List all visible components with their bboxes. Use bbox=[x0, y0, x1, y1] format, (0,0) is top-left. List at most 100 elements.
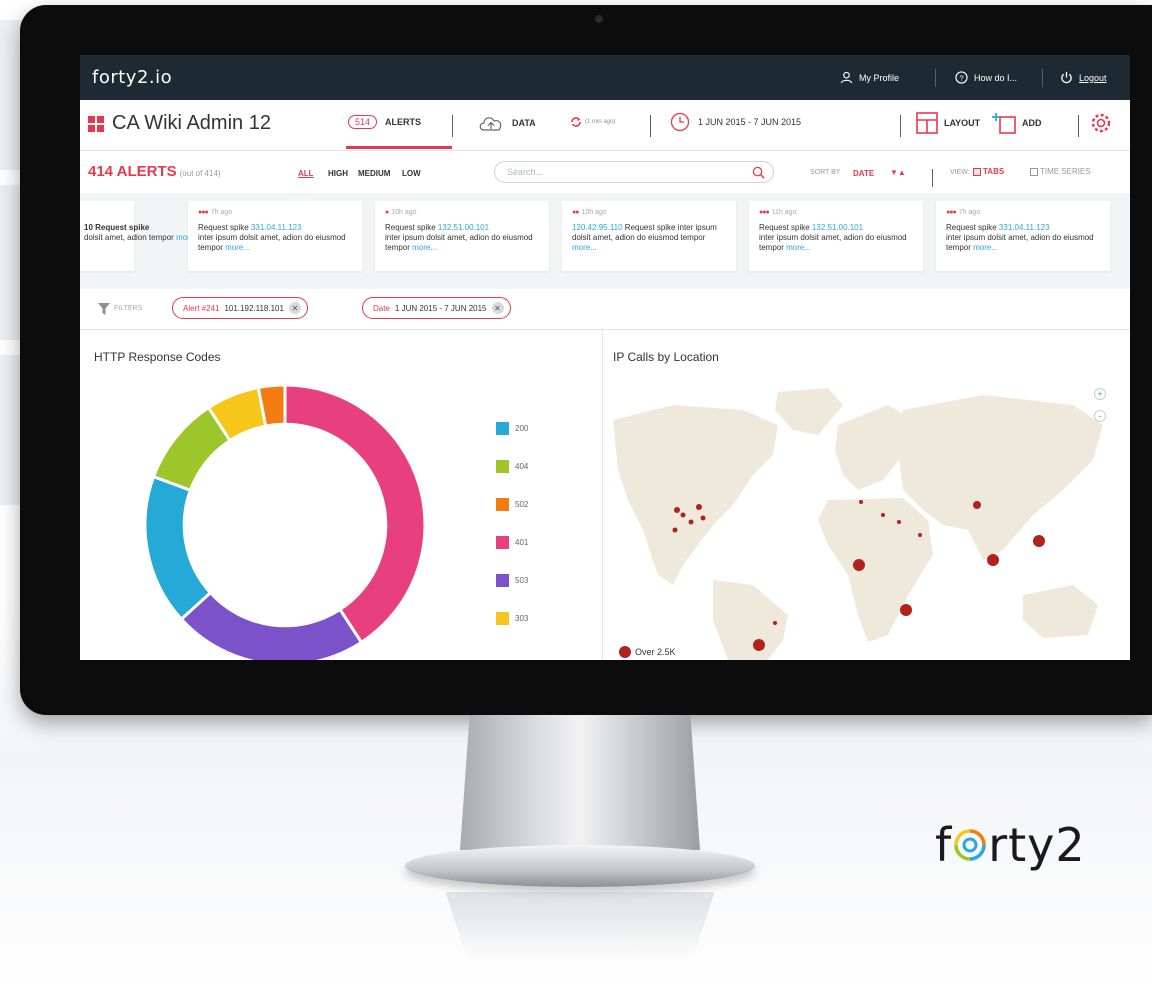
dashboard-header: CA Wiki Admin 12 514 ALERTS DATA (1 min … bbox=[80, 100, 1130, 151]
location-marker[interactable] bbox=[672, 527, 678, 533]
alert-card-body: inter ipsum dolsit amet, adion do eiusmo… bbox=[385, 233, 533, 252]
refresh-button[interactable]: (1 min ago) bbox=[570, 116, 615, 128]
location-marker[interactable] bbox=[753, 639, 765, 651]
monitor-stand-base bbox=[405, 845, 755, 887]
location-marker[interactable] bbox=[881, 513, 885, 517]
tab-alerts[interactable]: 514 ALERTS bbox=[348, 115, 421, 129]
map-legend-label: Over 2.5K bbox=[635, 647, 676, 657]
legend-item-404[interactable]: 404 bbox=[496, 460, 528, 473]
location-marker[interactable] bbox=[680, 512, 686, 518]
severity-medium-icon: ●● bbox=[572, 209, 580, 216]
legend-item-303[interactable]: 303 bbox=[496, 612, 528, 625]
my-profile-link[interactable]: My Profile bbox=[840, 71, 899, 84]
alert-card-more-link[interactable]: more... bbox=[786, 243, 811, 252]
legend-label: 502 bbox=[515, 500, 529, 509]
location-marker[interactable] bbox=[897, 520, 901, 524]
alert-card-ip[interactable]: 331.04.11.123 bbox=[999, 223, 1050, 232]
severity-high-icon: ●●● bbox=[946, 209, 957, 216]
settings-button[interactable] bbox=[1090, 112, 1112, 139]
divider bbox=[1078, 115, 1079, 137]
donut-slice-503[interactable] bbox=[179, 590, 364, 660]
camera-icon bbox=[595, 15, 603, 23]
brand-logo[interactable]: forty2.io bbox=[92, 67, 172, 88]
filter-chip-key: Alert #241 bbox=[183, 303, 220, 313]
legend-item-401[interactable]: 401 bbox=[496, 536, 528, 549]
date-range-picker[interactable]: 1 JUN 2015 - 7 JUN 2015 bbox=[670, 112, 801, 132]
location-marker[interactable] bbox=[1033, 535, 1045, 547]
greenland-shape bbox=[775, 388, 843, 435]
alert-card-text: Request spike 331.04.11.123 inter ipsum d… bbox=[946, 223, 1106, 253]
remove-filter-icon[interactable]: ✕ bbox=[288, 302, 301, 314]
app-screen: forty2.io My Profile ? How do I... Logou… bbox=[80, 55, 1130, 660]
alert-card-more-link[interactable]: more... bbox=[572, 243, 597, 252]
world-map[interactable] bbox=[603, 380, 1130, 660]
filter-chip-value: 1 JUN 2015 - 7 JUN 2015 bbox=[394, 303, 487, 313]
sort-by-select[interactable]: DATE bbox=[853, 169, 874, 178]
alert-card[interactable]: 10 Request spike dolsit amet, adion tempo… bbox=[80, 201, 201, 271]
donut-chart bbox=[143, 383, 427, 660]
legend-item-502[interactable]: 502 bbox=[496, 498, 528, 511]
alert-card[interactable]: ●●● 7h ago Request spike 331.04.11.123 int… bbox=[188, 201, 362, 271]
filters-label: FILTERS bbox=[114, 305, 143, 312]
logout-link[interactable]: Logout bbox=[1060, 71, 1107, 84]
alert-card-time: ●● 10h ago bbox=[572, 209, 607, 216]
dashboard-grid-icon bbox=[88, 116, 104, 132]
alert-card-ip[interactable]: 331.04.11.123 bbox=[251, 223, 302, 232]
location-marker[interactable] bbox=[773, 621, 777, 625]
divider bbox=[900, 115, 901, 137]
severity-filter-medium[interactable]: MEDIUM bbox=[358, 169, 390, 178]
location-marker[interactable] bbox=[973, 501, 981, 509]
legend-item-200[interactable]: 200 bbox=[496, 422, 528, 435]
legend-label: 404 bbox=[515, 462, 529, 471]
location-marker[interactable] bbox=[900, 604, 912, 616]
sort-direction-icon[interactable]: ▼▲ bbox=[890, 168, 906, 177]
stand-reflection bbox=[445, 892, 715, 962]
donut-slice-200[interactable] bbox=[143, 474, 213, 622]
alert-card-ip[interactable]: 132.51.00.101 bbox=[438, 223, 489, 232]
location-marker[interactable] bbox=[688, 519, 694, 525]
legend-item-503[interactable]: 503 bbox=[496, 574, 528, 587]
alert-card-more-link[interactable]: more... bbox=[412, 243, 437, 252]
legend-swatch bbox=[496, 498, 509, 511]
search-icon[interactable] bbox=[752, 166, 765, 179]
alert-card-ip[interactable]: 132.51.00.101 bbox=[812, 223, 863, 232]
forty2-logo: f rty2 bbox=[935, 818, 1086, 872]
alert-card[interactable]: ●● 10h ago 120.42.95.110 Request spike in… bbox=[562, 201, 736, 271]
donut-slice-401[interactable] bbox=[283, 383, 427, 645]
severity-filter-all[interactable]: ALL bbox=[298, 169, 314, 178]
alert-card[interactable]: ●●● 7h ago Request spike 331.04.11.123 int… bbox=[936, 201, 1110, 271]
location-marker[interactable] bbox=[987, 554, 999, 566]
tab-data[interactable]: DATA bbox=[478, 113, 536, 133]
alert-card-body: inter ipsum dolsit amet, adion do eiusmo… bbox=[759, 233, 907, 252]
view-timeseries-checkbox[interactable]: TIME SERIES bbox=[1030, 167, 1091, 176]
zoom-in-button[interactable]: + bbox=[1094, 388, 1106, 400]
alert-card-ip[interactable]: 120.42.95.110 bbox=[572, 223, 623, 232]
alert-card[interactable]: ●●● 11h ago Request spike 132.51.00.101 in… bbox=[749, 201, 923, 271]
location-marker[interactable] bbox=[674, 507, 680, 513]
alert-card-more-link[interactable]: more... bbox=[973, 243, 998, 252]
filter-chip-alert[interactable]: Alert #241 101.192.118.101 ✕ bbox=[172, 297, 308, 319]
add-widget-button[interactable]: ADD bbox=[992, 112, 1042, 134]
funnel-icon[interactable] bbox=[98, 303, 110, 315]
location-marker[interactable] bbox=[859, 500, 863, 504]
view-tabs-checkbox[interactable]: TABS bbox=[973, 167, 1004, 176]
severity-filter-high[interactable]: HIGH bbox=[328, 169, 348, 178]
location-marker[interactable] bbox=[918, 533, 922, 537]
search-input[interactable]: Search... bbox=[494, 161, 774, 183]
remove-filter-icon[interactable]: ✕ bbox=[491, 302, 504, 314]
how-do-i-link[interactable]: ? How do I... bbox=[955, 71, 1017, 84]
alert-card[interactable]: ● 10h ago Request spike 132.51.00.101 inte… bbox=[375, 201, 549, 271]
filter-chip-date[interactable]: Date 1 JUN 2015 - 7 JUN 2015 ✕ bbox=[362, 297, 511, 319]
layout-button[interactable]: LAYOUT bbox=[916, 112, 980, 134]
alert-card-more-link[interactable]: more... bbox=[225, 243, 250, 252]
location-marker[interactable] bbox=[853, 559, 865, 571]
severity-high-icon: ●●● bbox=[759, 209, 770, 216]
zoom-out-button[interactable]: - bbox=[1094, 410, 1106, 422]
location-marker[interactable] bbox=[696, 504, 702, 510]
logout-label: Logout bbox=[1079, 72, 1107, 83]
search-placeholder: Search... bbox=[507, 167, 544, 177]
refresh-time: (1 min ago) bbox=[585, 119, 616, 125]
severity-filter-low[interactable]: LOW bbox=[402, 169, 421, 178]
map-legend: Over 2.5K bbox=[619, 646, 676, 658]
location-marker[interactable] bbox=[700, 515, 706, 521]
